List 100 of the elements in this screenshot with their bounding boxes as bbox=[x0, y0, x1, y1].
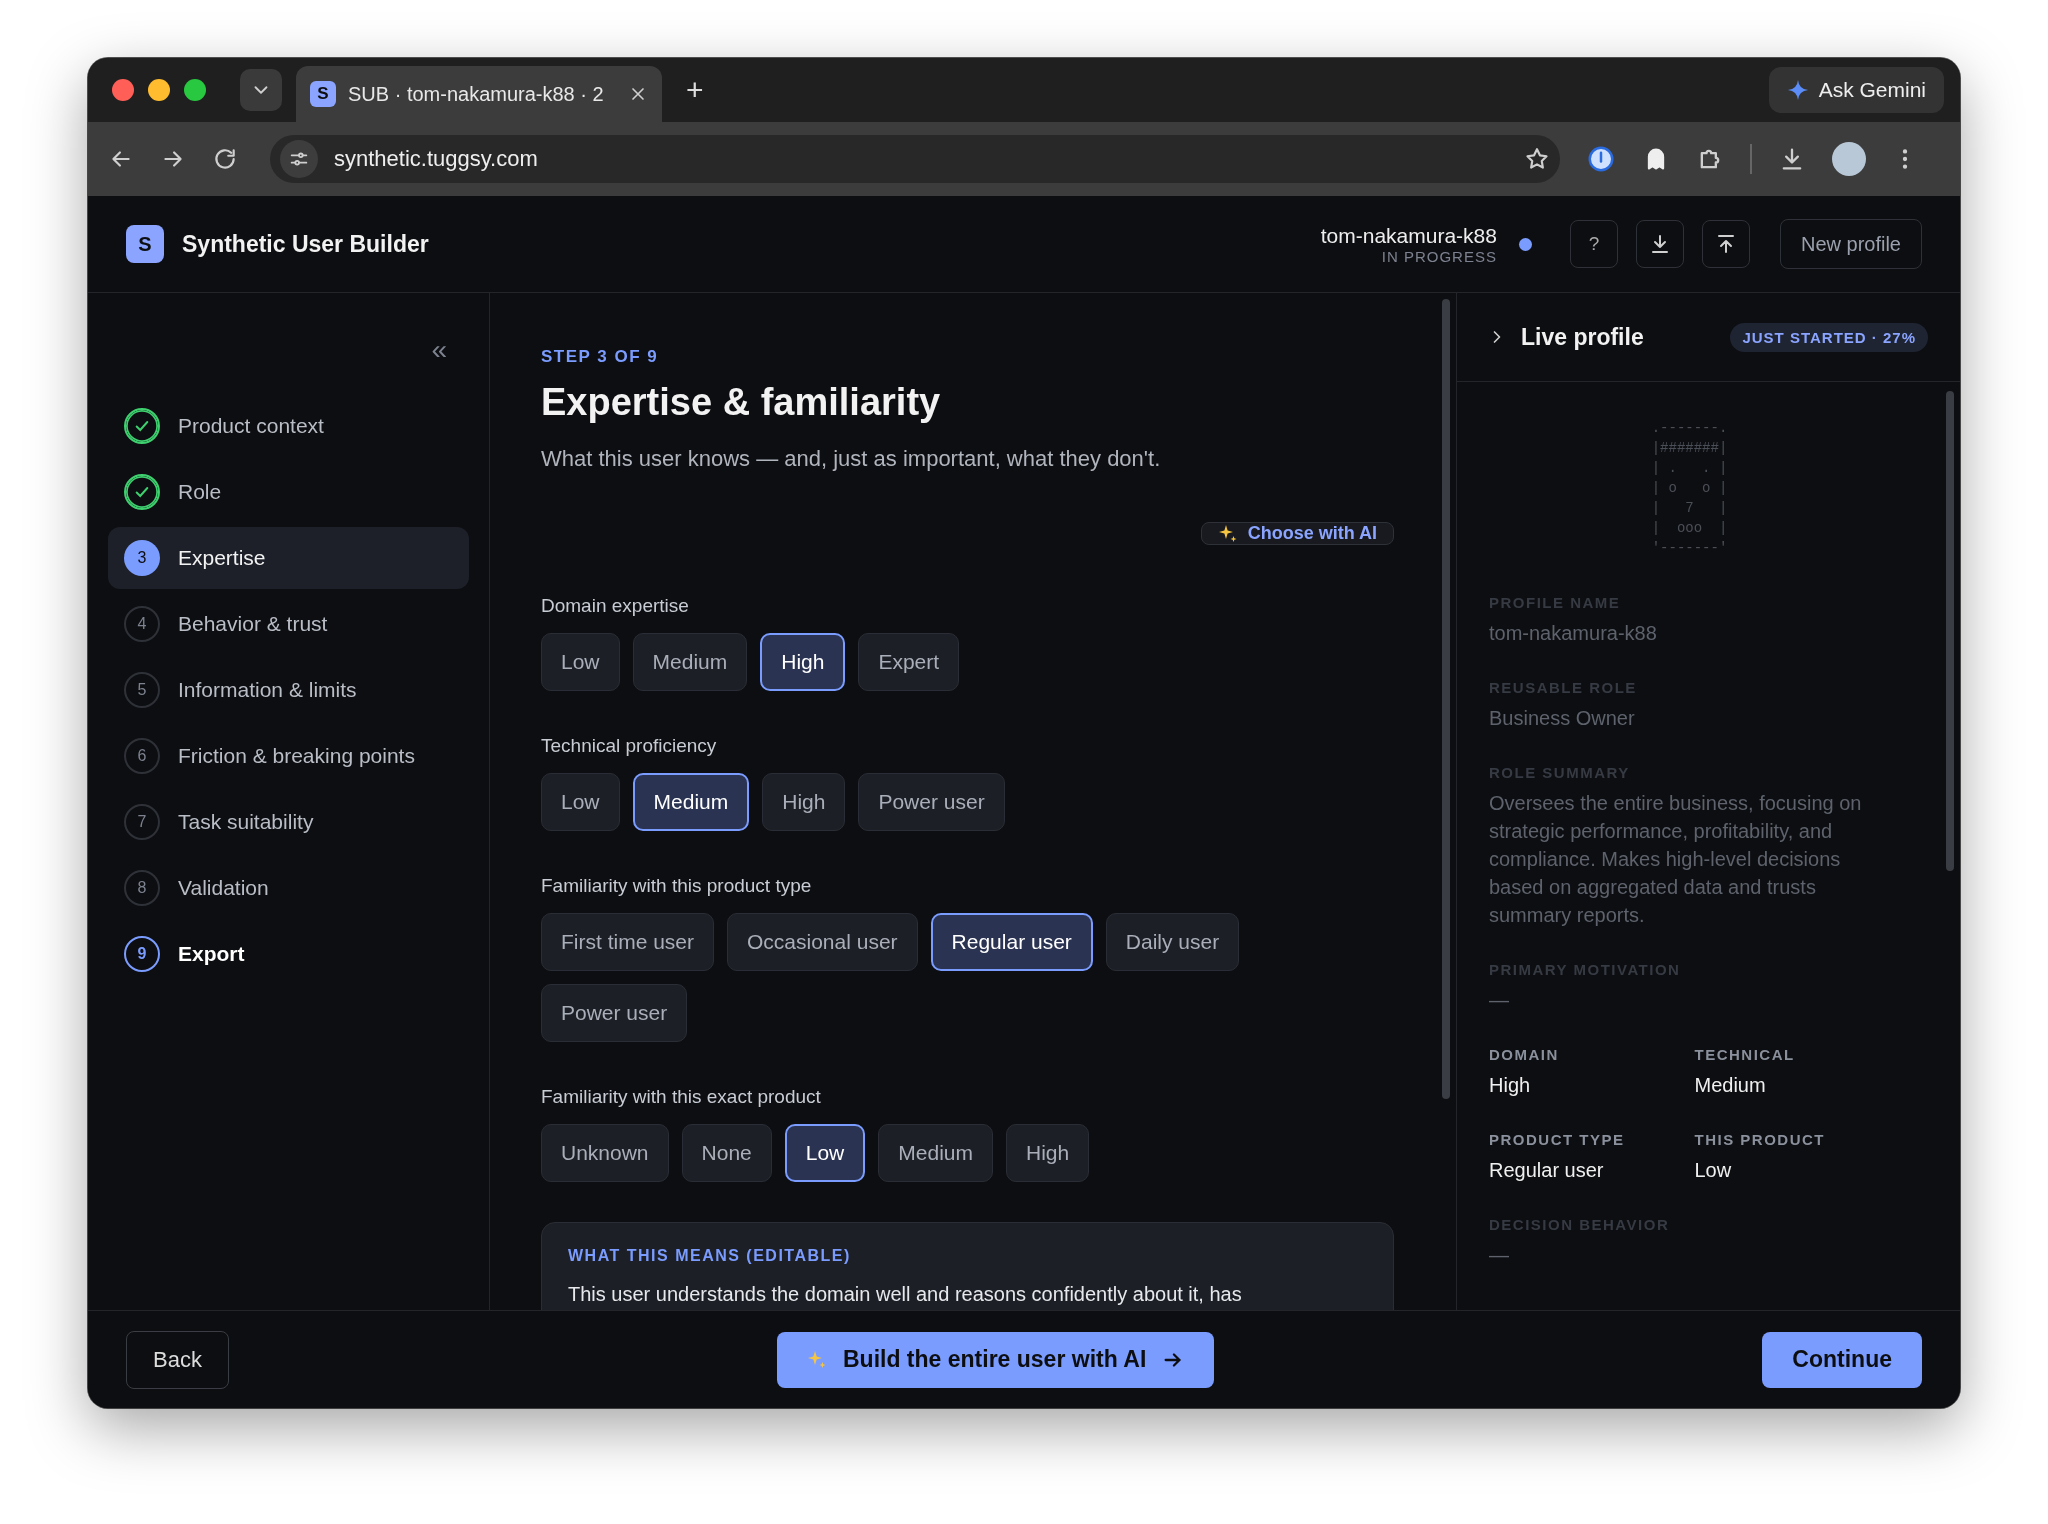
back-button[interactable]: Back bbox=[126, 1330, 229, 1389]
note-title: WHAT THIS MEANS (EDITABLE) bbox=[568, 1247, 852, 1265]
url-text: synthetic.tuggsy.com bbox=[334, 146, 539, 172]
upload-button[interactable] bbox=[1701, 220, 1750, 268]
profile-avatar[interactable] bbox=[1832, 142, 1866, 176]
step-item[interactable]: 5 Information & limits bbox=[108, 659, 469, 721]
build-with-ai-button[interactable]: Build the entire user with AI bbox=[777, 1331, 1215, 1388]
panel-title: Live profile bbox=[1521, 323, 1645, 351]
scrollbar[interactable] bbox=[1442, 299, 1450, 1099]
step-label: Task suitability bbox=[178, 810, 314, 834]
minimize-window-button[interactable] bbox=[148, 79, 170, 101]
note-text: This user understands the domain well and reasons confidently about it, has bbox=[568, 1283, 1243, 1306]
step-label: Behavior & trust bbox=[178, 612, 328, 636]
ascii-avatar: .-------. |#######| | . . | | o o | | 7 | | ooo | '-------' bbox=[1651, 419, 1728, 558]
option-button[interactable]: Low bbox=[541, 773, 620, 831]
app-logo: S bbox=[126, 225, 164, 263]
step-number: 4 bbox=[124, 606, 160, 642]
field-value: — bbox=[1489, 988, 1510, 1013]
check-circle-icon bbox=[124, 408, 160, 444]
step-label: Friction & breaking points bbox=[178, 744, 415, 768]
option-button[interactable]: Medium bbox=[632, 773, 750, 831]
scrollbar[interactable] bbox=[1946, 391, 1954, 871]
option-button[interactable]: First time user bbox=[541, 913, 714, 971]
step-item[interactable]: 7 Task suitability bbox=[108, 791, 469, 853]
step-label: Validation bbox=[178, 876, 269, 900]
field-label: DOMAIN bbox=[1489, 1046, 1560, 1063]
button-label: Ask Gemini bbox=[1818, 78, 1926, 102]
step-indicator: STEP 3 OF 9 bbox=[541, 347, 660, 367]
step-number: 3 bbox=[124, 540, 160, 576]
progress-badge: JUST STARTED · 27% bbox=[1730, 322, 1928, 352]
page-title: Expertise & familiarity bbox=[541, 381, 942, 424]
step-item[interactable]: Role bbox=[108, 461, 469, 523]
option-button[interactable]: Power user bbox=[541, 984, 688, 1042]
group-label: Familiarity with this product type bbox=[541, 875, 813, 897]
address-bar[interactable]: synthetic.tuggsy.com bbox=[270, 135, 1560, 183]
field-value: Business Owner bbox=[1489, 706, 1636, 731]
step-label: Role bbox=[178, 480, 222, 504]
step-label: Information & limits bbox=[178, 678, 357, 702]
new-profile-button[interactable]: New profile bbox=[1779, 219, 1922, 269]
profile-name: tom-nakamura-k88 bbox=[1320, 223, 1497, 248]
new-tab-button[interactable]: + bbox=[686, 73, 704, 107]
option-button[interactable]: Regular user bbox=[930, 913, 1093, 971]
step-label: Product context bbox=[178, 414, 324, 438]
reload-icon[interactable] bbox=[212, 146, 238, 172]
option-button[interactable]: None bbox=[681, 1124, 772, 1182]
step-item[interactable]: 3 Expertise bbox=[108, 527, 469, 589]
option-button[interactable]: Low bbox=[541, 633, 620, 691]
step-item[interactable]: 8 Validation bbox=[108, 857, 469, 919]
step-number: 9 bbox=[124, 936, 160, 972]
option-button[interactable]: Occasional user bbox=[727, 913, 918, 971]
collapse-sidebar-button[interactable]: « bbox=[431, 336, 447, 364]
option-button[interactable]: Low bbox=[784, 1124, 866, 1182]
step-number: 7 bbox=[124, 804, 160, 840]
step-item[interactable]: Product context bbox=[108, 395, 469, 457]
field-label: TECHNICAL bbox=[1694, 1046, 1796, 1063]
password-key-icon[interactable] bbox=[1586, 144, 1616, 174]
option-button[interactable]: Power user bbox=[858, 773, 1005, 831]
page-subtitle: What this user knows — and, just as important, what they don't. bbox=[541, 446, 1162, 472]
option-button[interactable]: High bbox=[1006, 1124, 1090, 1182]
choose-with-ai-button[interactable]: Choose with AI bbox=[1200, 522, 1394, 545]
option-button[interactable]: High bbox=[760, 633, 846, 691]
app-title: Synthetic User Builder bbox=[182, 230, 429, 258]
tab-search-button[interactable] bbox=[240, 69, 282, 111]
editable-note-card[interactable]: WHAT THIS MEANS (EDITABLE) This user understands the domain well and reasons confidently about it, has bbox=[541, 1222, 1394, 1310]
option-button[interactable]: High bbox=[762, 773, 846, 831]
favicon: S bbox=[310, 81, 336, 107]
continue-button[interactable]: Continue bbox=[1762, 1331, 1922, 1388]
browser-tab[interactable]: S SUB · tom-nakamura-k88 · 2 bbox=[296, 66, 662, 122]
tab-title: SUB · tom-nakamura-k88 · 2 bbox=[348, 82, 605, 106]
step-item[interactable]: 9 Export bbox=[108, 923, 469, 985]
step-number: 6 bbox=[124, 738, 160, 774]
step-number: 8 bbox=[124, 870, 160, 906]
option-button[interactable]: Medium bbox=[878, 1124, 993, 1182]
step-number: 5 bbox=[124, 672, 160, 708]
field-value: Regular user bbox=[1489, 1158, 1605, 1183]
step-label: Export bbox=[178, 942, 245, 966]
option-button[interactable]: Daily user bbox=[1105, 913, 1240, 971]
profile-status: IN PROGRESS bbox=[1381, 247, 1497, 265]
field-value: Medium bbox=[1694, 1073, 1767, 1098]
field-value: Oversees the entire business, focusing on strategic performance, profitability, and compliance. Makes high-level decisions based on aggregated data and trusts summary reports. bbox=[1489, 791, 1863, 928]
field-value: High bbox=[1489, 1073, 1532, 1098]
group-label: Technical proficiency bbox=[541, 735, 718, 757]
option-button[interactable]: Expert bbox=[858, 633, 960, 691]
group-label: Familiarity with this exact product bbox=[541, 1086, 822, 1108]
step-item[interactable]: 6 Friction & breaking points bbox=[108, 725, 469, 787]
download-button[interactable] bbox=[1635, 220, 1684, 268]
status-dot bbox=[1518, 237, 1532, 251]
field-value: Low bbox=[1694, 1158, 1733, 1183]
option-button[interactable]: Medium bbox=[632, 633, 748, 691]
star-icon[interactable] bbox=[1524, 146, 1550, 172]
option-button[interactable]: Unknown bbox=[541, 1124, 669, 1182]
check-circle-icon bbox=[124, 474, 160, 510]
step-item[interactable]: 4 Behavior & trust bbox=[108, 593, 469, 655]
zoom-window-button[interactable] bbox=[184, 79, 206, 101]
close-window-button[interactable] bbox=[112, 79, 134, 101]
group-label: Domain expertise bbox=[541, 595, 690, 617]
ask-gemini-button[interactable]: Ask Gemini bbox=[1768, 67, 1944, 113]
step-label: Expertise bbox=[178, 546, 266, 570]
help-button[interactable]: ? bbox=[1569, 220, 1618, 268]
field-value: — bbox=[1489, 1243, 1510, 1268]
